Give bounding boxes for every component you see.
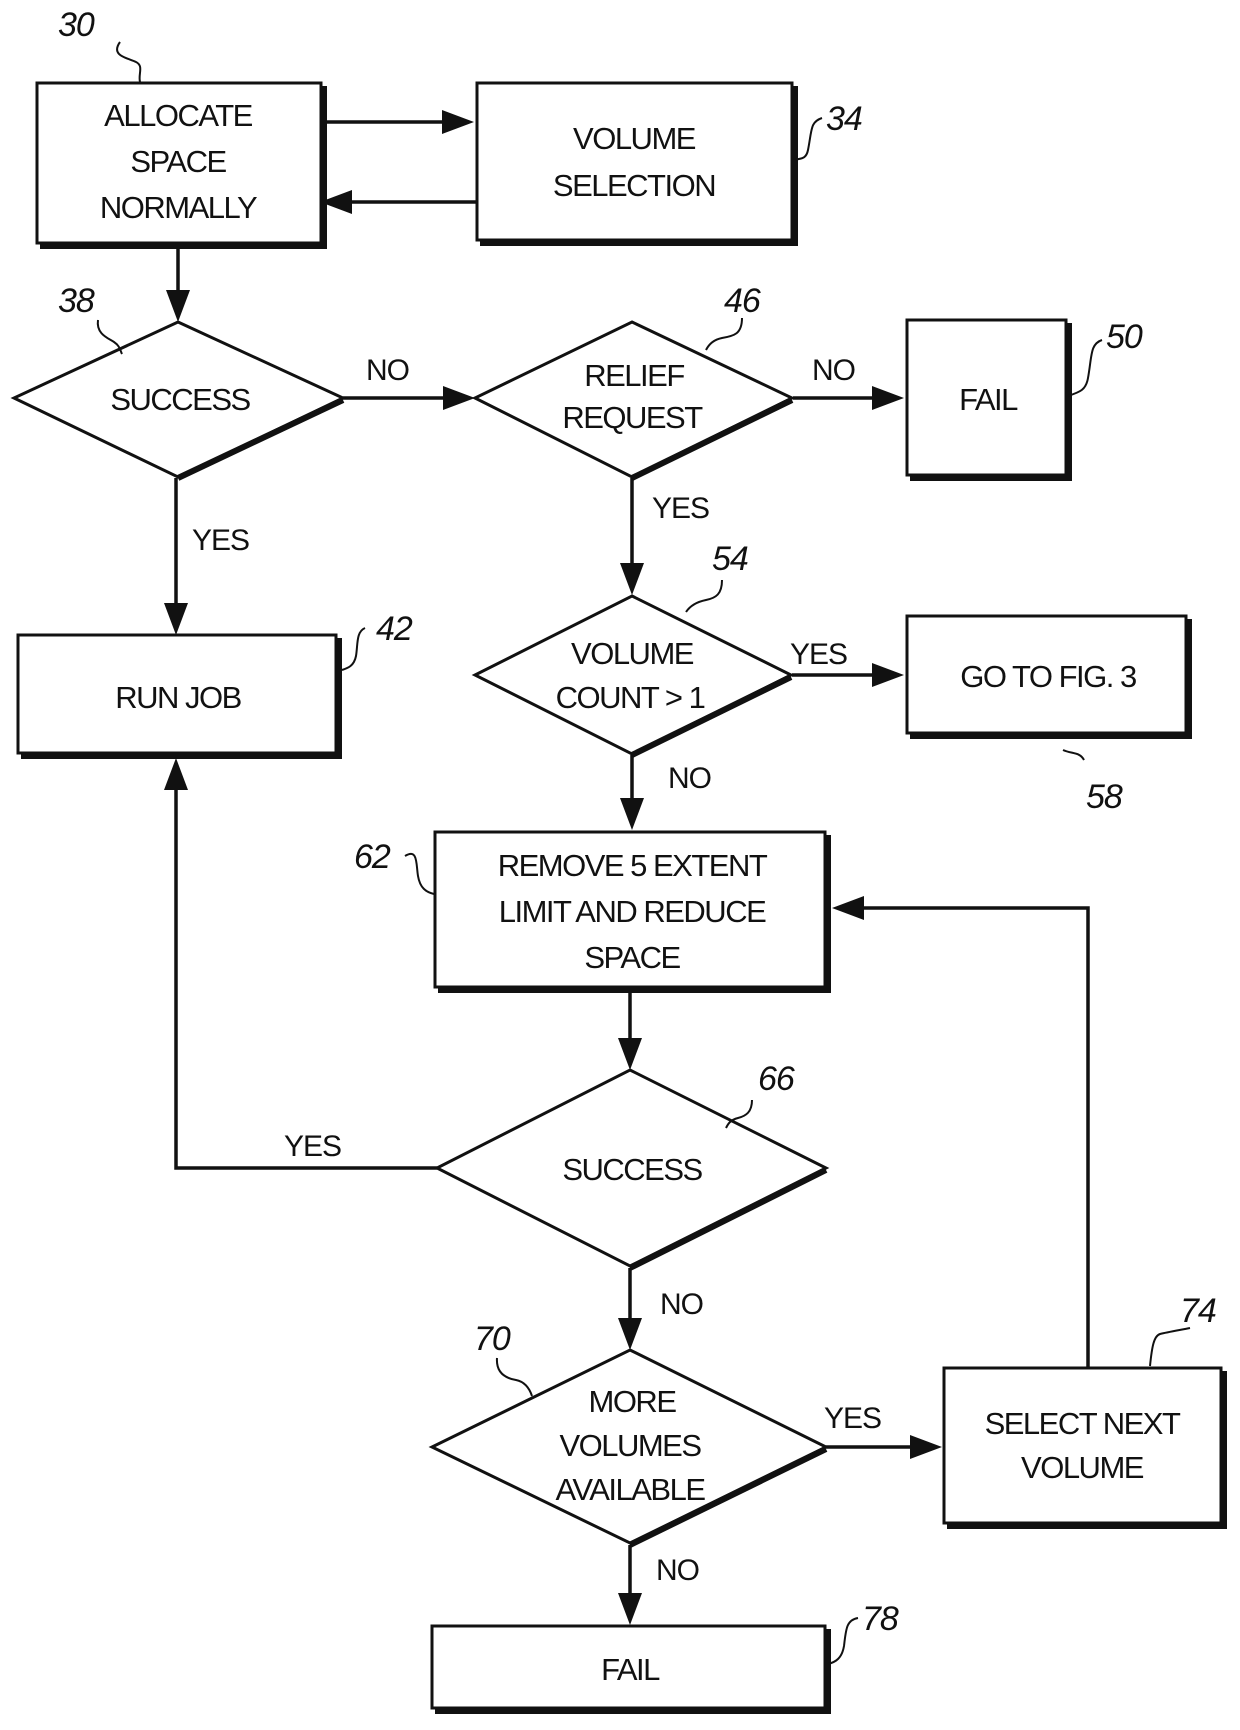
arrowhead — [618, 1318, 642, 1350]
remove-label-line-1: REMOVE 5 EXTENT — [498, 848, 768, 883]
success1-label: SUCCESS — [110, 382, 250, 417]
edge-label-relief-no: NO — [812, 354, 855, 387]
select-next-label-line-2: VOLUME — [1021, 1450, 1144, 1485]
ref-30: 30 — [58, 6, 95, 44]
arrowhead — [872, 386, 904, 410]
edge-label-volcount-no: NO — [668, 762, 711, 795]
edge-label-more-yes: YES — [824, 1402, 881, 1435]
edge-label-success1-no: NO — [366, 354, 409, 387]
edge-label-success2-no: NO — [660, 1288, 703, 1321]
arrowhead — [832, 896, 864, 920]
success2-label: SUCCESS — [562, 1152, 702, 1187]
more-label-line-3: AVAILABLE — [555, 1472, 705, 1507]
ref-54: 54 — [712, 540, 748, 578]
remove-label-line-3: SPACE — [584, 940, 680, 975]
allocate-label-line-1: ALLOCATE — [104, 98, 252, 133]
ref-34: 34 — [826, 100, 862, 138]
ref-50: 50 — [1106, 318, 1143, 356]
edge-success2-yes — [174, 782, 437, 1170]
arrowhead — [620, 563, 644, 595]
edge-label-volcount-yes: YES — [790, 638, 847, 671]
node-volume-count — [471, 594, 795, 758]
ref-62: 62 — [354, 838, 391, 876]
relief-label-line-1: RELIEF — [584, 358, 684, 393]
ref-74: 74 — [1180, 1292, 1216, 1330]
flowchart: ALLOCATE SPACE NORMALLY VOLUME SELECTION… — [10, 6, 1227, 1714]
more-label-line-1: MORE — [589, 1384, 677, 1419]
arrowhead — [443, 386, 475, 410]
arrowhead — [910, 1435, 942, 1459]
arrowhead — [164, 603, 188, 635]
more-label-line-2: VOLUMES — [559, 1428, 701, 1463]
volume-selection-label-line-1: VOLUME — [573, 121, 696, 156]
ref-78: 78 — [862, 1600, 899, 1638]
node-select-next-volume — [942, 1366, 1227, 1529]
ref-70: 70 — [474, 1320, 511, 1358]
allocate-label-line-2: SPACE — [130, 144, 226, 179]
node-volume-selection — [475, 81, 798, 246]
ref-46: 46 — [724, 282, 761, 320]
select-next-label-line-1: SELECT NEXT — [985, 1406, 1181, 1441]
allocate-label-line-3: NORMALLY — [100, 190, 257, 225]
arrowhead — [164, 758, 188, 790]
fail2-label: FAIL — [601, 1652, 660, 1687]
edge-label-more-no: NO — [656, 1554, 699, 1587]
volcount-label-line-1: VOLUME — [571, 636, 694, 671]
edge-label-success1-yes: YES — [192, 524, 249, 557]
remove-label-line-2: LIMIT AND REDUCE — [499, 894, 766, 929]
arrowhead — [872, 663, 904, 687]
edge-select-next-to-remove — [858, 906, 1090, 1368]
ref-58: 58 — [1086, 778, 1123, 816]
run-job-label: RUN JOB — [115, 680, 241, 715]
ref-38: 38 — [58, 282, 95, 320]
edge-label-success2-yes: YES — [284, 1130, 341, 1163]
arrowhead — [442, 110, 474, 134]
arrowhead — [618, 1593, 642, 1625]
goto-label: GO TO FIG. 3 — [960, 659, 1136, 694]
ref-66: 66 — [758, 1060, 795, 1098]
volcount-label-line-2: COUNT > 1 — [556, 680, 705, 715]
edge-label-relief-yes: YES — [652, 492, 709, 525]
volume-selection-label-line-2: SELECTION — [553, 168, 715, 203]
ref-42: 42 — [376, 610, 413, 648]
relief-label-line-2: REQUEST — [562, 400, 703, 435]
arrowhead — [620, 798, 644, 830]
fail1-label: FAIL — [959, 382, 1018, 417]
arrowhead — [618, 1038, 642, 1070]
arrowhead — [166, 290, 190, 322]
